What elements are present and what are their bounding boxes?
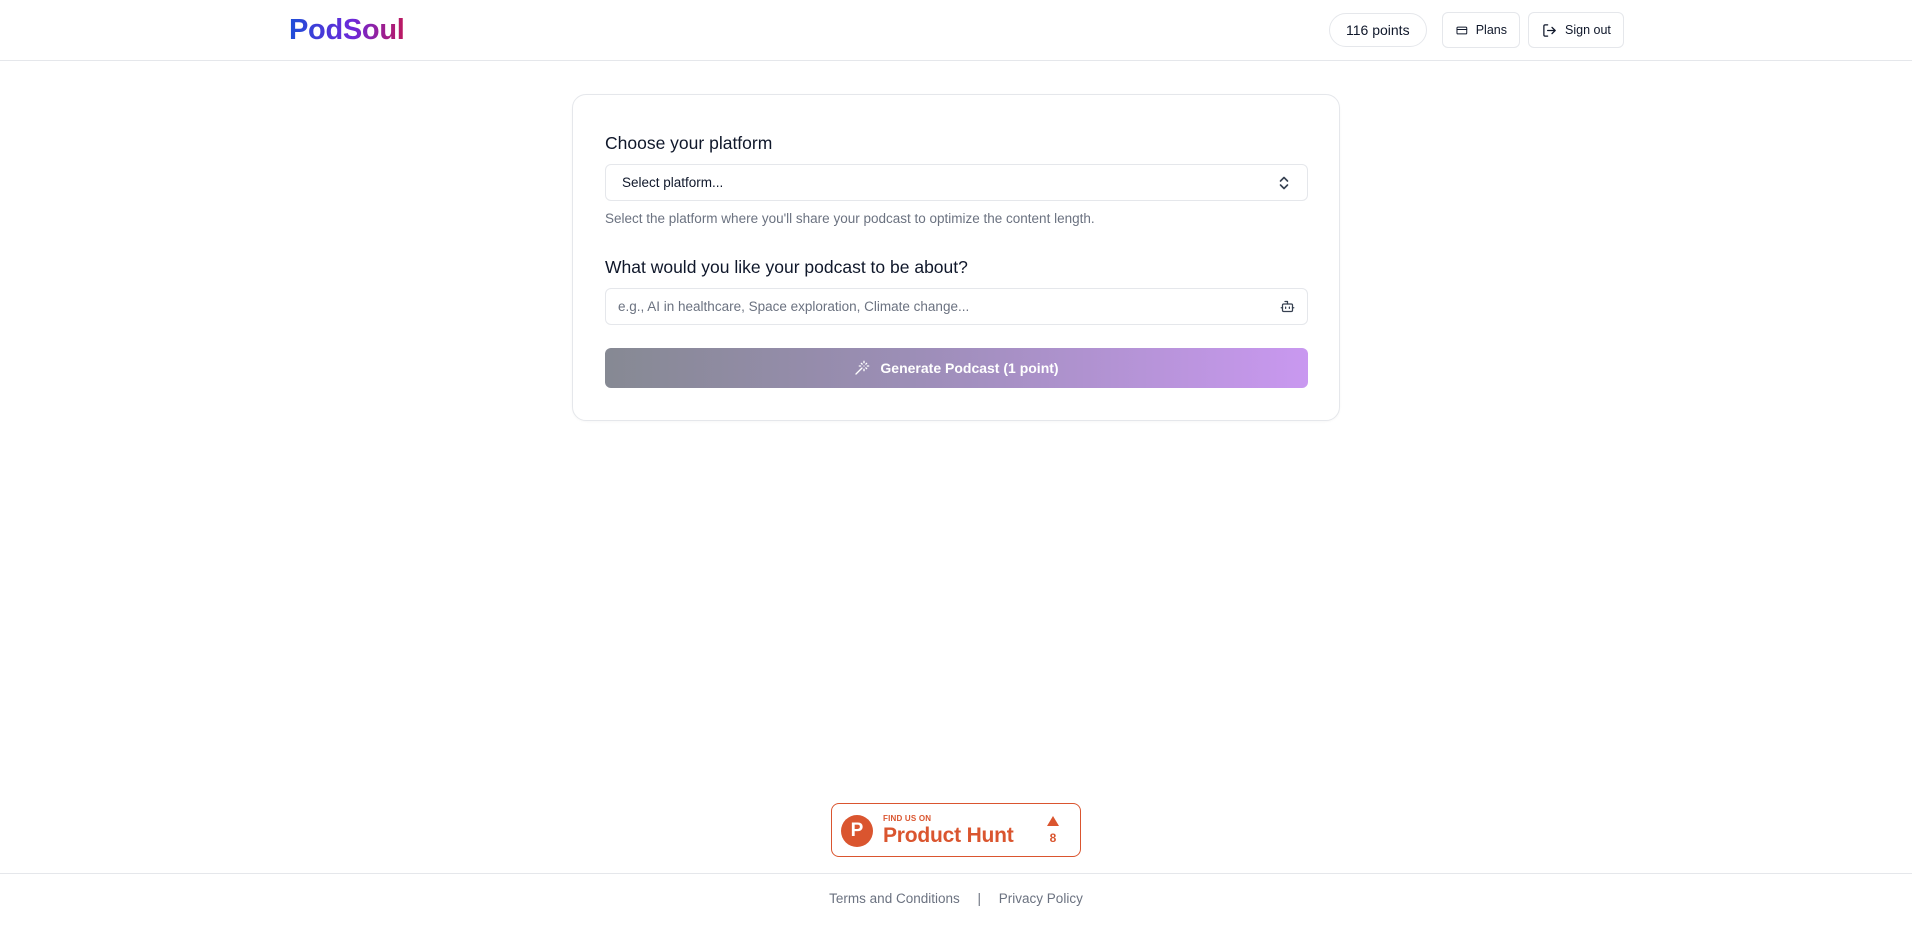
credit-card-icon — [1456, 26, 1468, 34]
product-hunt-find-text: FIND US ON — [883, 814, 932, 823]
plans-label: Plans — [1475, 23, 1507, 37]
platform-help-text: Select the platform where you'll share y… — [605, 211, 1095, 226]
upvote-triangle-icon — [1047, 816, 1059, 826]
sparkles-wand-icon — [855, 360, 870, 375]
topic-input[interactable] — [606, 289, 1266, 324]
generate-podcast-button[interactable]: Generate Podcast (1 point) — [605, 348, 1308, 388]
footer-separator: | — [977, 891, 982, 906]
chevron-up-down-icon — [1279, 176, 1289, 190]
product-hunt-logo-icon: P — [841, 815, 873, 847]
sign-out-button[interactable]: Sign out — [1528, 12, 1624, 48]
points-badge: 116 points — [1329, 13, 1427, 47]
terms-link[interactable]: Terms and Conditions — [829, 891, 960, 906]
page-footer: Terms and Conditions | Privacy Policy — [0, 873, 1912, 925]
product-hunt-name: Product Hunt — [883, 824, 1014, 847]
platform-heading: Choose your platform — [605, 133, 773, 153]
plans-button[interactable]: Plans — [1442, 12, 1520, 48]
log-out-icon — [1543, 23, 1556, 37]
podcast-form-card: Choose your platform Select platform... … — [572, 94, 1340, 421]
upvote-count: 8 — [1049, 831, 1057, 845]
platform-select-value: Select platform... — [622, 175, 724, 190]
bot-icon[interactable] — [1280, 299, 1295, 314]
topic-heading: What would you like your podcast to be a… — [605, 257, 968, 277]
podsoul-logo[interactable]: PodSoul — [289, 10, 405, 50]
topic-field — [605, 288, 1308, 325]
footer-links: Terms and Conditions | Privacy Policy — [0, 891, 1912, 906]
privacy-link[interactable]: Privacy Policy — [999, 891, 1083, 906]
platform-select[interactable]: Select platform... — [605, 164, 1308, 201]
top-header: PodSoul 116 points Plans Sign out — [0, 0, 1912, 61]
sign-out-label: Sign out — [1565, 23, 1611, 37]
generate-podcast-label: Generate Podcast (1 point) — [880, 360, 1059, 376]
product-hunt-badge[interactable]: P FIND US ON Product Hunt 8 — [831, 803, 1081, 857]
